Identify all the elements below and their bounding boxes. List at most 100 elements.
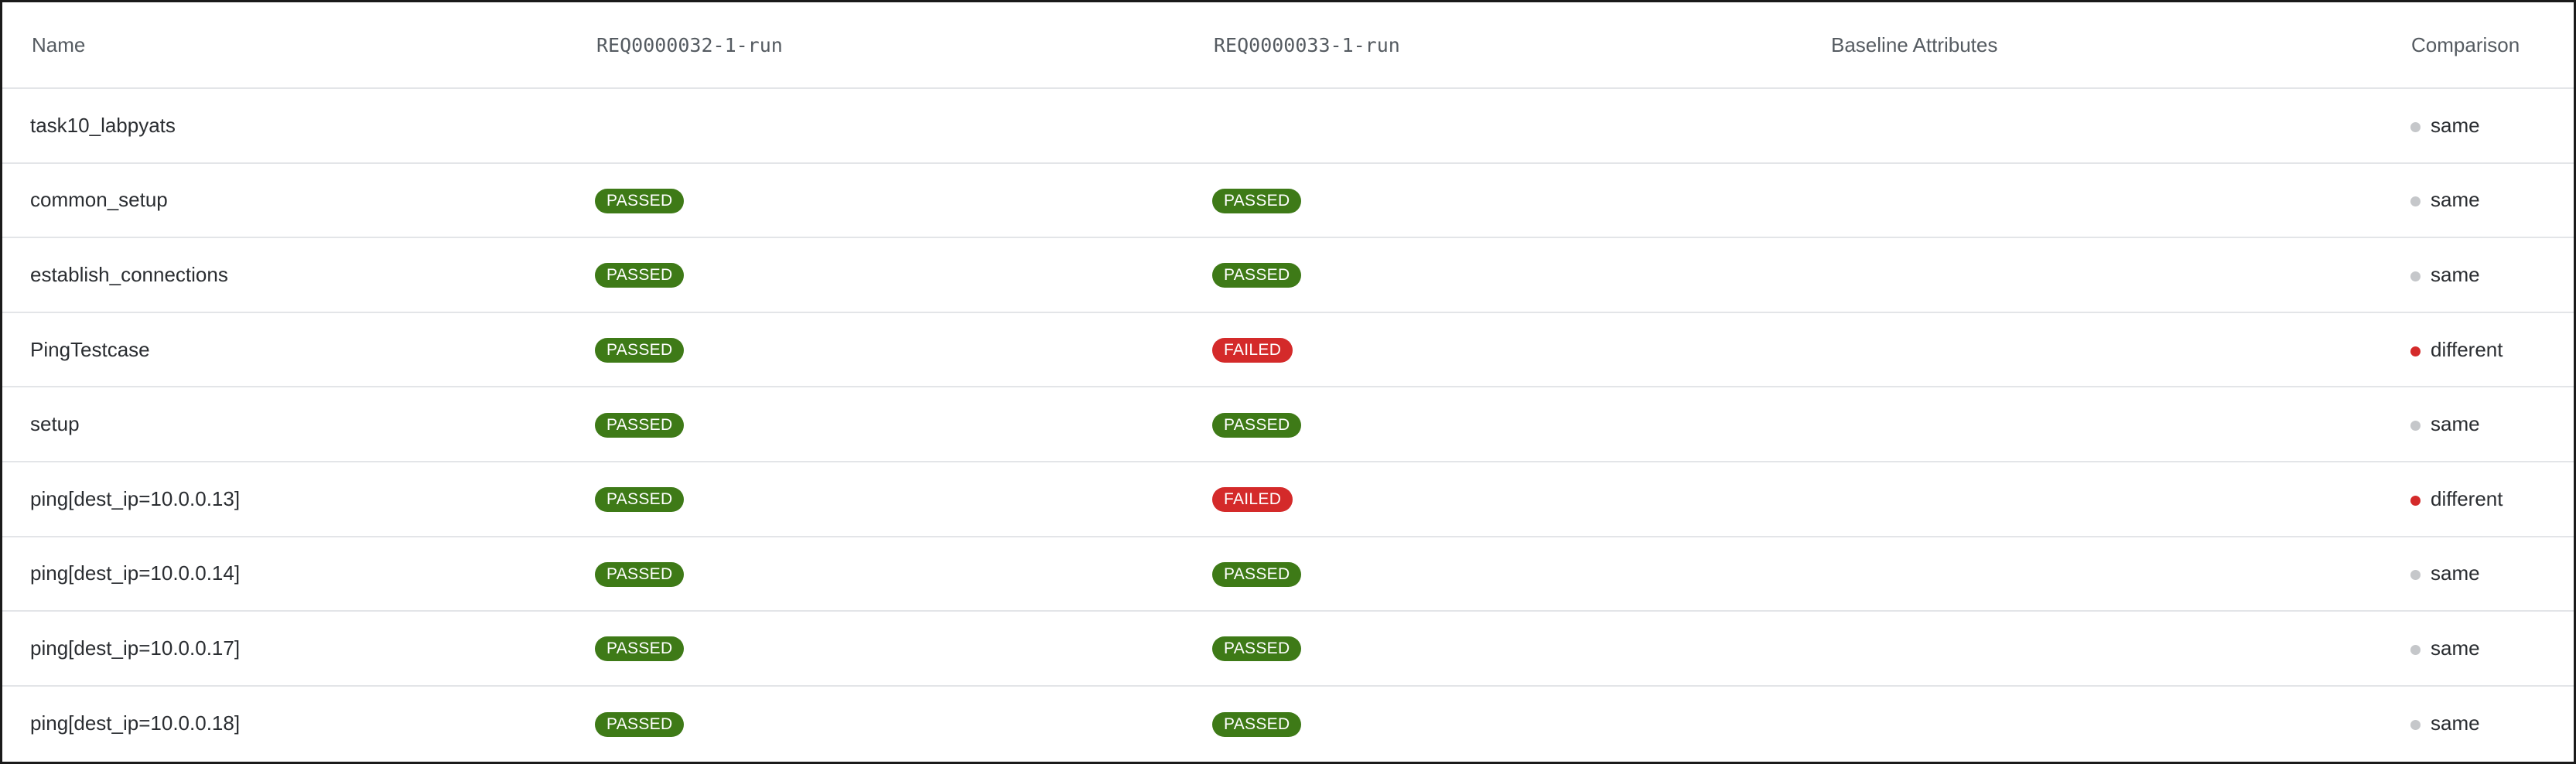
comparison-text: same — [2431, 561, 2480, 585]
baseline-cell — [1799, 387, 2380, 462]
baseline-cell — [1799, 461, 2380, 537]
run1-result-cell: PASSED — [564, 387, 1181, 462]
run2-result-badge: FAILED — [1212, 338, 1293, 363]
comparison-cell: same — [2380, 387, 2574, 462]
run1-result-badge: PASSED — [595, 338, 685, 363]
run2-result-badge: PASSED — [1212, 188, 1302, 213]
table-row[interactable]: ping[dest_ip=10.0.0.17] PASSED PASSED sa… — [2, 611, 2574, 687]
run2-result-badge: PASSED — [1212, 263, 1302, 288]
run1-result-badge: PASSED — [595, 561, 685, 587]
run1-result-cell: PASSED — [564, 686, 1181, 761]
run2-result-badge: PASSED — [1212, 711, 1302, 737]
baseline-cell — [1799, 88, 2380, 164]
run1-result-cell: PASSED — [564, 536, 1181, 612]
comparison-cell: different — [2380, 461, 2574, 537]
status-dot-icon — [2410, 346, 2421, 356]
baseline-cell — [1799, 536, 2380, 612]
run1-result-badge: PASSED — [595, 412, 685, 438]
column-header-comparison[interactable]: Comparison — [2380, 2, 2574, 89]
column-header-run2[interactable]: REQ0000033-1-run — [1181, 2, 1799, 89]
testcase-name-text: ping[dest_ip=10.0.0.13] — [30, 486, 241, 510]
comparison-status: different — [2410, 487, 2503, 511]
comparison-status: same — [2410, 188, 2480, 212]
comparison-status: same — [2410, 412, 2480, 436]
status-dot-icon — [2410, 570, 2421, 581]
comparison-status: same — [2410, 711, 2480, 735]
testcase-name: establish_connections — [2, 237, 564, 313]
run2-result-cell: PASSED — [1181, 536, 1799, 612]
testcase-name: setup — [2, 387, 564, 462]
testcase-name: ping[dest_ip=10.0.0.14] — [2, 536, 564, 612]
run2-result-cell — [1181, 88, 1799, 164]
testcase-name-text: ping[dest_ip=10.0.0.18] — [30, 711, 241, 735]
comparison-status: different — [2410, 338, 2503, 362]
table-row[interactable]: task10_labpyats same — [2, 88, 2574, 164]
run1-result-cell: PASSED — [564, 461, 1181, 537]
testcase-name-text: setup — [30, 412, 80, 436]
column-header-baseline[interactable]: Baseline Attributes — [1799, 2, 2380, 89]
comparison-status: same — [2410, 114, 2480, 138]
run1-result-cell: PASSED — [564, 162, 1181, 239]
run2-result-cell: PASSED — [1181, 387, 1799, 462]
comparison-table: Name REQ0000032-1-run REQ0000033-1-run B… — [2, 2, 2574, 760]
testcase-name-text: PingTestcase — [30, 337, 150, 361]
run1-result-badge: PASSED — [595, 711, 685, 737]
table-row[interactable]: ping[dest_ip=10.0.0.18] PASSED PASSED sa… — [2, 686, 2574, 761]
comparison-text: same — [2431, 412, 2480, 436]
testcase-name-text: common_setup — [30, 188, 168, 212]
baseline-cell — [1799, 162, 2380, 239]
run1-result-cell — [564, 88, 1181, 164]
baseline-cell — [1799, 611, 2380, 687]
comparison-cell: same — [2380, 536, 2574, 612]
testcase-name: common_setup — [2, 162, 564, 239]
table-row[interactable]: PingTestcase PASSED FAILED different — [2, 312, 2574, 388]
table-header: Name REQ0000032-1-run REQ0000033-1-run B… — [2, 2, 2574, 89]
comparison-cell: different — [2380, 312, 2574, 388]
comparison-table-panel: Name REQ0000032-1-run REQ0000033-1-run B… — [0, 0, 2576, 764]
run1-result-cell: PASSED — [564, 611, 1181, 687]
comparison-text: different — [2431, 486, 2503, 510]
table-row[interactable]: ping[dest_ip=10.0.0.14] PASSED PASSED sa… — [2, 536, 2574, 612]
comparison-status: same — [2410, 263, 2480, 287]
run2-result-cell: PASSED — [1181, 611, 1799, 687]
column-header-name[interactable]: Name — [2, 2, 564, 89]
table-row[interactable]: common_setup PASSED PASSED same — [2, 162, 2574, 239]
table-row[interactable]: ping[dest_ip=10.0.0.13] PASSED FAILED di… — [2, 461, 2574, 537]
run1-result-cell: PASSED — [564, 312, 1181, 388]
run1-result-badge: PASSED — [595, 188, 685, 213]
status-dot-icon — [2410, 271, 2421, 281]
testcase-name-text: establish_connections — [30, 262, 228, 286]
comparison-cell: same — [2380, 611, 2574, 687]
comparison-text: same — [2431, 711, 2480, 735]
run2-result-badge: PASSED — [1212, 636, 1302, 662]
comparison-status: same — [2410, 561, 2480, 585]
testcase-name: ping[dest_ip=10.0.0.17] — [2, 611, 564, 687]
table-body: task10_labpyats same common_setup PASSED… — [2, 88, 2574, 760]
testcase-name-text: ping[dest_ip=10.0.0.17] — [30, 636, 241, 660]
run2-result-badge: PASSED — [1212, 412, 1302, 438]
run1-result-badge: PASSED — [595, 263, 685, 288]
column-header-run1[interactable]: REQ0000032-1-run — [564, 2, 1181, 89]
table-row[interactable]: setup PASSED PASSED same — [2, 387, 2574, 462]
comparison-cell: same — [2380, 88, 2574, 164]
run2-result-cell: PASSED — [1181, 162, 1799, 239]
testcase-name-text: ping[dest_ip=10.0.0.14] — [30, 561, 241, 585]
status-dot-icon — [2410, 121, 2421, 132]
testcase-name: ping[dest_ip=10.0.0.13] — [2, 461, 564, 537]
baseline-cell — [1799, 237, 2380, 313]
comparison-text: same — [2431, 113, 2480, 137]
comparison-text: different — [2431, 337, 2503, 361]
comparison-status: same — [2410, 636, 2480, 660]
comparison-text: same — [2431, 188, 2480, 212]
run1-result-badge: PASSED — [595, 487, 685, 513]
status-dot-icon — [2410, 644, 2421, 655]
testcase-name-text: task10_labpyats — [30, 113, 176, 137]
run2-result-badge: FAILED — [1212, 487, 1293, 513]
run1-result-cell: PASSED — [564, 237, 1181, 313]
comparison-cell: same — [2380, 237, 2574, 313]
testcase-name: task10_labpyats — [2, 88, 564, 164]
testcase-name: ping[dest_ip=10.0.0.18] — [2, 686, 564, 761]
comparison-text: same — [2431, 636, 2480, 660]
testcase-name: PingTestcase — [2, 312, 564, 388]
table-row[interactable]: establish_connections PASSED PASSED same — [2, 237, 2574, 313]
